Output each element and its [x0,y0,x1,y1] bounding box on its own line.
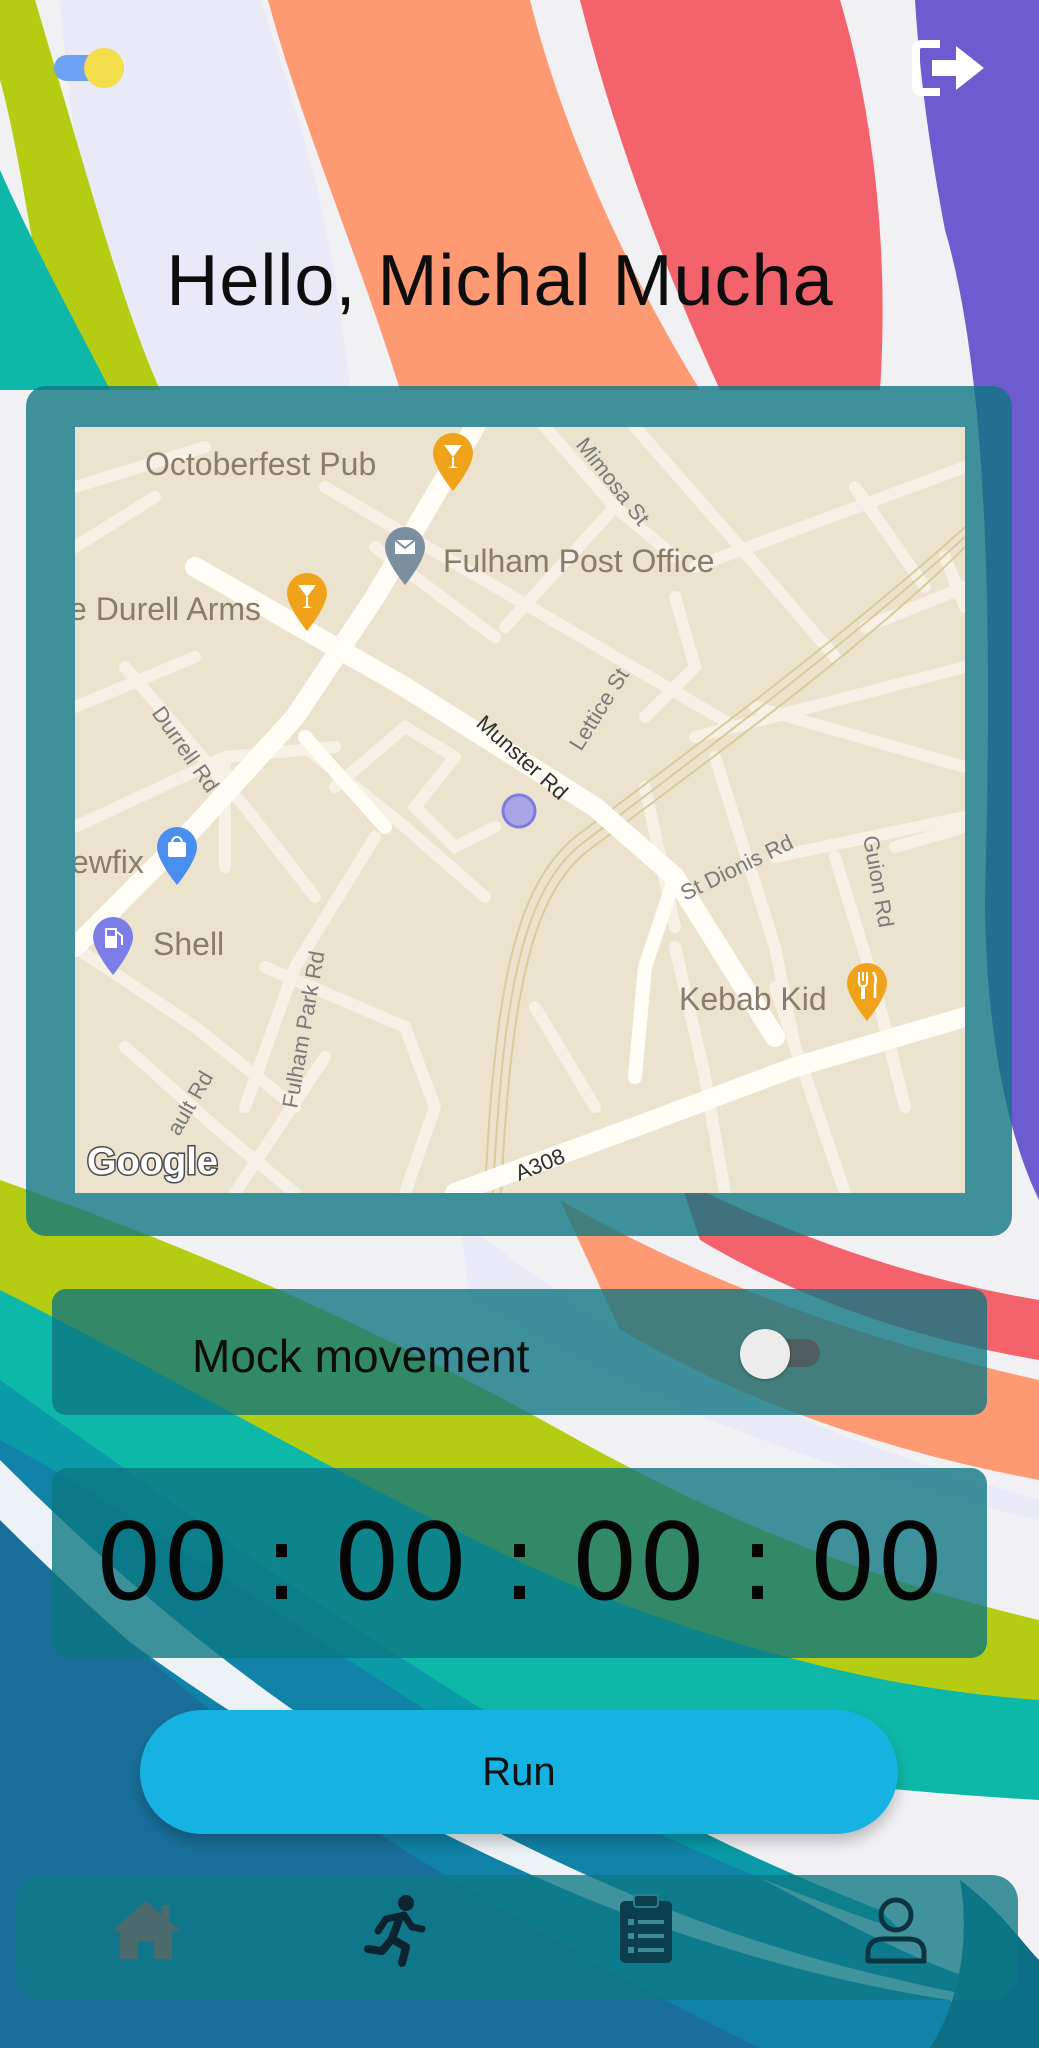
poi-label-shell: Shell [153,926,224,962]
timer-display: 00 : 00 : 00 : 00 [95,1501,944,1624]
poi-label-durell-arms: e Durell Arms [75,591,261,627]
nav-item-home[interactable] [86,1889,206,1989]
home-icon [112,1901,180,1959]
mock-movement-label: Mock movement [192,1330,530,1382]
poi-label-octoberfest: Octoberfest Pub [145,446,376,482]
logout-icon [912,40,984,96]
profile-icon [865,1897,927,1964]
theme-toggle-icon [84,48,124,88]
mock-movement-switch[interactable] [740,1327,824,1379]
switch-thumb [740,1329,790,1379]
run-button[interactable]: Run [140,1710,898,1834]
bottom-nav [16,1875,1018,2000]
google-attribution: Google [87,1141,218,1183]
run-icon [364,1895,426,1967]
nav-item-profile[interactable] [836,1889,956,1989]
clipboard-icon [620,1894,672,1963]
logout-button[interactable] [910,36,990,100]
mock-movement-card: Mock movement [52,1289,987,1415]
nav-item-run[interactable] [336,1889,456,1989]
map-view[interactable]: Mimosa St Lettice St Durrell Rd St Dioni… [75,427,965,1193]
timer-card: 00 : 00 : 00 : 00 [52,1468,987,1658]
poi-label-kebab: Kebab Kid [679,981,827,1017]
theme-toggle[interactable] [52,48,134,88]
poi-label-post-office: Fulham Post Office [443,543,715,579]
poi-label-newfix: ewfix [75,844,144,880]
nav-item-history[interactable] [586,1889,706,1989]
greeting-title: Hello, Michal Mucha [166,241,834,321]
